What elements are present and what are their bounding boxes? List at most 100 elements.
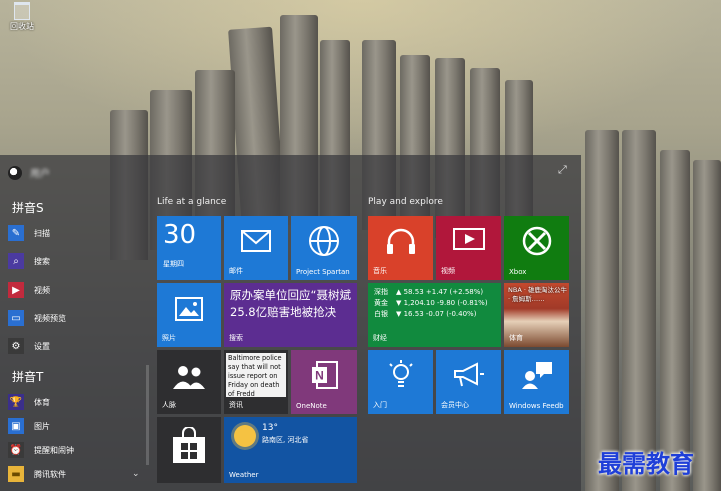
tile-onenote[interactable]: N OneNote (291, 350, 357, 414)
stock-name: 黄金 (374, 299, 388, 307)
group-header-t[interactable]: 拼音T (12, 368, 43, 385)
expand-icon[interactable]: ⤢ (558, 163, 567, 177)
tile-label: 人脉 (162, 401, 176, 409)
app-label: 提醒和闹钟 (34, 445, 74, 455)
app-video[interactable]: ▶ 视频 (8, 279, 140, 301)
recycle-bin-label: 回收站 (10, 22, 34, 31)
stock-list: 深指 ▲ 58.53 +1.47 (+2.58%) 黄金 ▼ 1,204.10 -9… (374, 287, 497, 320)
tile-store[interactable] (157, 417, 221, 483)
video-icon (453, 228, 485, 250)
tile-label: 邮件 (229, 267, 243, 275)
folder-icon: ▬ (8, 466, 24, 482)
app-label: 扫描 (34, 228, 50, 238)
tile-label: 音乐 (373, 267, 387, 275)
tile-music[interactable]: 音乐 (368, 216, 433, 280)
tile-label: 资讯 (229, 401, 243, 409)
tile-label: 会员中心 (441, 401, 469, 409)
recycle-bin-icon (14, 2, 30, 20)
tile-search-news[interactable]: 原办案单位回应“聂树斌25.8亿赔害地被抢决 搜索 (224, 283, 357, 347)
app-label: 搜索 (34, 256, 50, 266)
video-preview-icon: ▭ (8, 310, 24, 326)
app-label: 图片 (34, 421, 50, 431)
recycle-bin-desktop-icon[interactable]: 回收站 (6, 2, 38, 32)
search-news-headline: 原办案单位回应“聂树斌25.8亿赔害地被抢决 (230, 288, 351, 319)
tile-label: Project Spartan (296, 268, 350, 276)
stock-name: 深指 (374, 288, 388, 296)
weather-temperature: 13° (262, 423, 278, 433)
gear-icon: ⚙ (8, 338, 24, 354)
mail-icon (241, 230, 271, 252)
tile-video[interactable]: 视频 (436, 216, 501, 280)
stock-value: ▼ 1,204.10 -9.80 (-0.81%) (396, 299, 488, 307)
app-search[interactable]: ⌕ 搜索 (8, 250, 140, 272)
sun-icon (234, 425, 256, 447)
all-apps-list: 用户 拼音S ✎ 扫描 ⌕ 搜索 ▶ 视频 ▭ 视频预览 ⚙ 设置 拼音T 🏆 … (0, 155, 146, 491)
tile-label: 视频 (441, 267, 455, 275)
tile-windows-feedback[interactable]: Windows Feedb (504, 350, 569, 414)
stock-row: 黄金 ▼ 1,204.10 -9.80 (-0.81%) (374, 298, 497, 309)
search-icon: ⌕ (8, 253, 24, 269)
section-header-life[interactable]: Life at a glance (157, 197, 226, 207)
megaphone-icon (454, 362, 484, 387)
onenote-icon: N (312, 361, 338, 389)
tile-label: 财经 (373, 334, 387, 342)
app-photos[interactable]: ▣ 图片 (8, 415, 140, 437)
tile-sports[interactable]: NBA · 雄鹿淘汰公牛 · 詹姆斯…… 体育 (504, 283, 569, 347)
tile-photos[interactable]: 照片 (157, 283, 221, 347)
trophy-icon: 🏆 (8, 394, 24, 410)
app-tencent-folder[interactable]: ▬ 腾讯软件 (8, 463, 140, 485)
app-label: 视频预览 (34, 313, 66, 323)
headphones-icon (387, 228, 415, 254)
tile-xbox[interactable]: Xbox (504, 216, 569, 280)
tile-label: OneNote (296, 402, 327, 410)
section-header-play[interactable]: Play and explore (368, 197, 443, 207)
watermark: 最需教育 (598, 449, 694, 478)
tile-label: Weather (229, 471, 259, 479)
avatar (8, 165, 22, 180)
lightbulb-icon (389, 360, 413, 387)
stock-row: 白银 ▼ 16.53 -0.07 (-0.40%) (374, 309, 497, 320)
app-label: 腾讯软件 (34, 469, 66, 479)
tile-label: 照片 (162, 334, 176, 342)
tile-finance[interactable]: 深指 ▲ 58.53 +1.47 (+2.58%) 黄金 ▼ 1,204.10 -9… (368, 283, 501, 347)
app-video-preview[interactable]: ▭ 视频预览 (8, 307, 140, 329)
stock-value: ▼ 16.53 -0.07 (-0.40%) (396, 310, 477, 318)
video-icon: ▶ (8, 282, 24, 298)
alarm-icon: ⏰ (8, 442, 24, 458)
app-label: 视频 (34, 285, 50, 295)
group-header-s[interactable]: 拼音S (12, 199, 44, 216)
app-label: 体育 (34, 397, 50, 407)
tile-calendar[interactable]: 30 星期四 (157, 216, 221, 280)
tile-project-spartan[interactable]: Project Spartan (291, 216, 357, 280)
people-icon (173, 366, 205, 389)
stock-name: 白银 (374, 310, 388, 318)
app-label: 设置 (34, 341, 50, 351)
tile-label: 入门 (373, 401, 387, 409)
scrollbar[interactable] (146, 365, 149, 465)
photos-icon: ▣ (8, 418, 24, 434)
tile-get-started[interactable]: 入门 (368, 350, 433, 414)
stock-row: 深指 ▲ 58.53 +1.47 (+2.58%) (374, 287, 497, 298)
svg-text:N: N (315, 369, 324, 383)
user-account[interactable]: 用户 (8, 165, 50, 180)
weather-location: 路南区, 河北省 (262, 436, 309, 444)
tile-news[interactable]: Baltimore police say that will not issue… (224, 350, 288, 414)
user-name: 用户 (30, 169, 50, 180)
app-settings[interactable]: ⚙ 设置 (8, 335, 140, 357)
calendar-weekday: 星期四 (163, 260, 184, 268)
tile-people[interactable]: 人脉 (157, 350, 221, 414)
tile-mail[interactable]: 邮件 (224, 216, 288, 280)
app-scan[interactable]: ✎ 扫描 (8, 222, 140, 244)
tile-weather[interactable]: 13° 路南区, 河北省 Weather (224, 417, 357, 483)
chevron-down-icon[interactable]: ⌄ (132, 469, 140, 479)
photos-icon (175, 297, 203, 321)
xbox-icon (522, 226, 552, 256)
scan-icon: ✎ (8, 225, 24, 241)
news-headline: Baltimore police say that will not issue… (226, 353, 286, 398)
tile-label: Windows Feedb (509, 402, 564, 410)
tile-insider-hub[interactable]: 会员中心 (436, 350, 501, 414)
app-sports[interactable]: 🏆 体育 (8, 391, 140, 413)
app-alarms[interactable]: ⏰ 提醒和闹钟 (8, 439, 140, 461)
stock-value: ▲ 58.53 +1.47 (+2.58%) (396, 288, 484, 296)
start-menu: 用户 拼音S ✎ 扫描 ⌕ 搜索 ▶ 视频 ▭ 视频预览 ⚙ 设置 拼音T 🏆 … (0, 155, 581, 491)
